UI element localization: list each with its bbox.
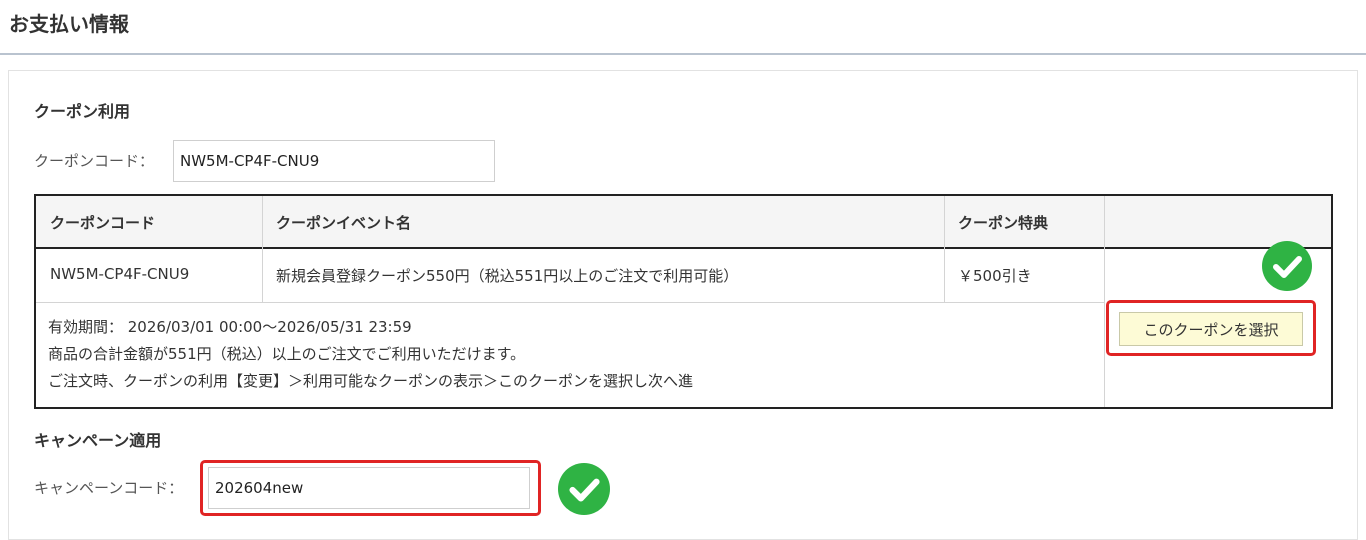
coupon-details: 有効期間： 2026/03/01 00:00～2026/05/31 23:59 …: [48, 314, 693, 395]
campaign-section-title: キャンペーン適用: [34, 431, 162, 450]
coupon-validity-period: 有効期間： 2026/03/01 00:00～2026/05/31 23:59: [48, 318, 412, 336]
header-benefit: クーポン特典: [958, 214, 1049, 232]
coupon-code-cell: NW5M-CP4F-CNU9: [50, 265, 190, 283]
campaign-code-label: キャンペーンコード：: [34, 479, 184, 497]
col-divider: [262, 196, 263, 302]
coupon-code-input[interactable]: [173, 140, 495, 182]
col-divider: [1104, 196, 1105, 407]
campaign-code-input[interactable]: [208, 467, 530, 509]
row-divider: [36, 302, 1104, 303]
coupon-event-name-cell: 新規会員登録クーポン550円（税込551円以上のご注文で利用可能）: [276, 267, 739, 285]
header-coupon-code: クーポンコード: [50, 214, 156, 232]
table-header-row: クーポンコード クーポンイベント名 クーポン特典: [36, 196, 1331, 249]
header-event-name: クーポンイベント名: [276, 214, 412, 232]
coupon-section-title: クーポン利用: [34, 102, 131, 121]
coupon-condition-text: 商品の合計金額が551円（税込）以上のご注文でご利用いただけます。: [48, 345, 526, 363]
coupon-table: クーポンコード クーポンイベント名 クーポン特典 NW5M-CP4F-CNU9 …: [34, 194, 1333, 409]
title-divider: [0, 53, 1366, 55]
coupon-usage-instructions: ご注文時、クーポンの利用【変更】＞利用可能なクーポンの表示＞このクーポンを選択し…: [48, 372, 694, 390]
check-circle-icon: [1262, 241, 1312, 291]
coupon-benefit-cell: ￥500引き: [958, 267, 1032, 285]
check-circle-icon: [558, 463, 610, 515]
page-title: お支払い情報: [9, 12, 129, 36]
col-divider: [944, 196, 945, 302]
select-coupon-button[interactable]: このクーポンを選択: [1119, 312, 1303, 346]
coupon-code-label: クーポンコード：: [34, 152, 155, 170]
